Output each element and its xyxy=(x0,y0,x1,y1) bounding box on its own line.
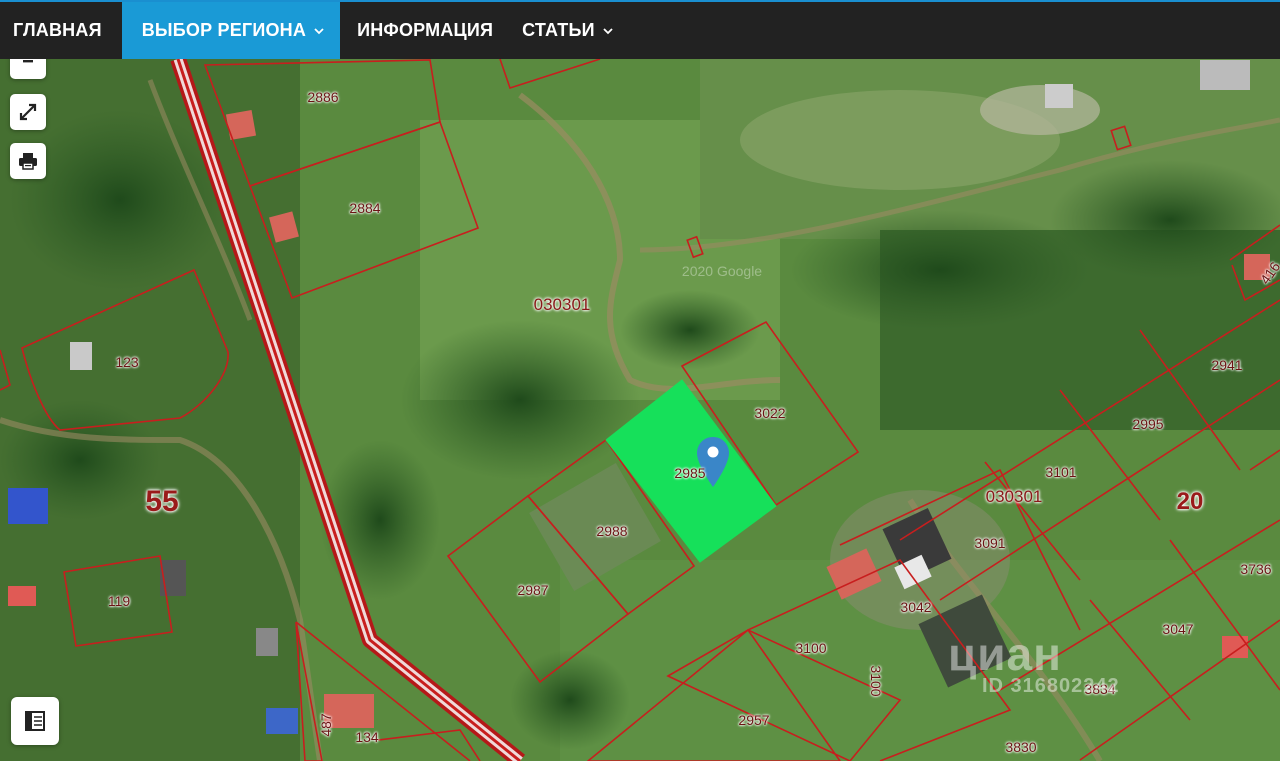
cadastral-district-label: 55 xyxy=(145,485,179,518)
parcel-label: 2884 xyxy=(349,200,381,216)
nav-item-articles-label: СТАТЬИ xyxy=(522,20,595,40)
nav-item-home-label: ГЛАВНАЯ xyxy=(13,20,102,40)
nav-item-region-select[interactable]: ВЫБОР РЕГИОНА xyxy=(121,2,341,59)
zoom-out-button[interactable] xyxy=(10,59,46,79)
nav-item-region-select-label: ВЫБОР РЕГИОНА xyxy=(141,20,307,40)
map-attribution: 2020 Google xyxy=(681,263,763,279)
parcel-label: 2985 xyxy=(674,465,706,481)
parcel-label: 3042 xyxy=(900,599,932,615)
map-layers-icon xyxy=(25,711,45,731)
parcel-label: 2995 xyxy=(1132,416,1164,432)
nav-item-information-label: ИНФОРМАЦИЯ xyxy=(357,20,494,40)
parcel-label: 3047 xyxy=(1162,621,1194,637)
parcel-label: 3022 xyxy=(754,405,786,421)
parcel-label: 119 xyxy=(107,593,131,609)
print-button[interactable] xyxy=(10,143,46,179)
printer-icon xyxy=(19,153,37,170)
parcel-label: 3100 xyxy=(795,640,827,656)
parcel-label: 134 xyxy=(355,729,379,745)
chevron-down-icon xyxy=(603,27,613,34)
fullscreen-button[interactable] xyxy=(10,94,46,130)
parcel-label: 3101 xyxy=(1045,464,1077,480)
watermark-id: ID 316802242 xyxy=(982,675,1120,697)
parcel-label: 3100 xyxy=(868,665,884,697)
parcel-label: 123 xyxy=(115,354,139,370)
satellite-imagery xyxy=(0,59,1280,761)
parcel-label: 2987 xyxy=(517,582,549,598)
parcel-label: 2886 xyxy=(307,89,339,105)
expand-icon xyxy=(19,103,37,121)
parcel-label: 487 xyxy=(318,713,334,737)
top-navigation: ГЛАВНАЯ ВЫБОР РЕГИОНА ИНФОРМАЦИЯ СТАТЬИ xyxy=(0,0,1280,59)
nav-item-information[interactable]: ИНФОРМАЦИЯ xyxy=(340,2,509,59)
cadastral-quarter-label: 030301 xyxy=(533,295,591,314)
nav-item-articles[interactable]: СТАТЬИ xyxy=(509,2,629,59)
cadastral-district-label: 20 xyxy=(1176,488,1204,515)
parcel-label: 3091 xyxy=(974,535,1006,551)
cadastral-quarter-label: 030301 xyxy=(985,487,1043,506)
parcel-label: 2957 xyxy=(738,712,770,728)
parcel-label: 3830 xyxy=(1005,739,1037,755)
watermark-logo: циан xyxy=(948,628,1062,680)
nav-item-home[interactable]: ГЛАВНАЯ xyxy=(0,2,122,59)
parcel-label: 3736 xyxy=(1240,561,1272,577)
cadastral-map[interactable]: 2886 2884 123 3022 2985 2988 2987 119 13… xyxy=(0,59,1280,761)
chevron-down-icon xyxy=(314,27,324,34)
minus-icon xyxy=(23,60,33,63)
parcel-label: 2941 xyxy=(1211,357,1243,373)
map-layers-button[interactable] xyxy=(11,697,59,745)
parcel-label: 2988 xyxy=(596,523,628,539)
